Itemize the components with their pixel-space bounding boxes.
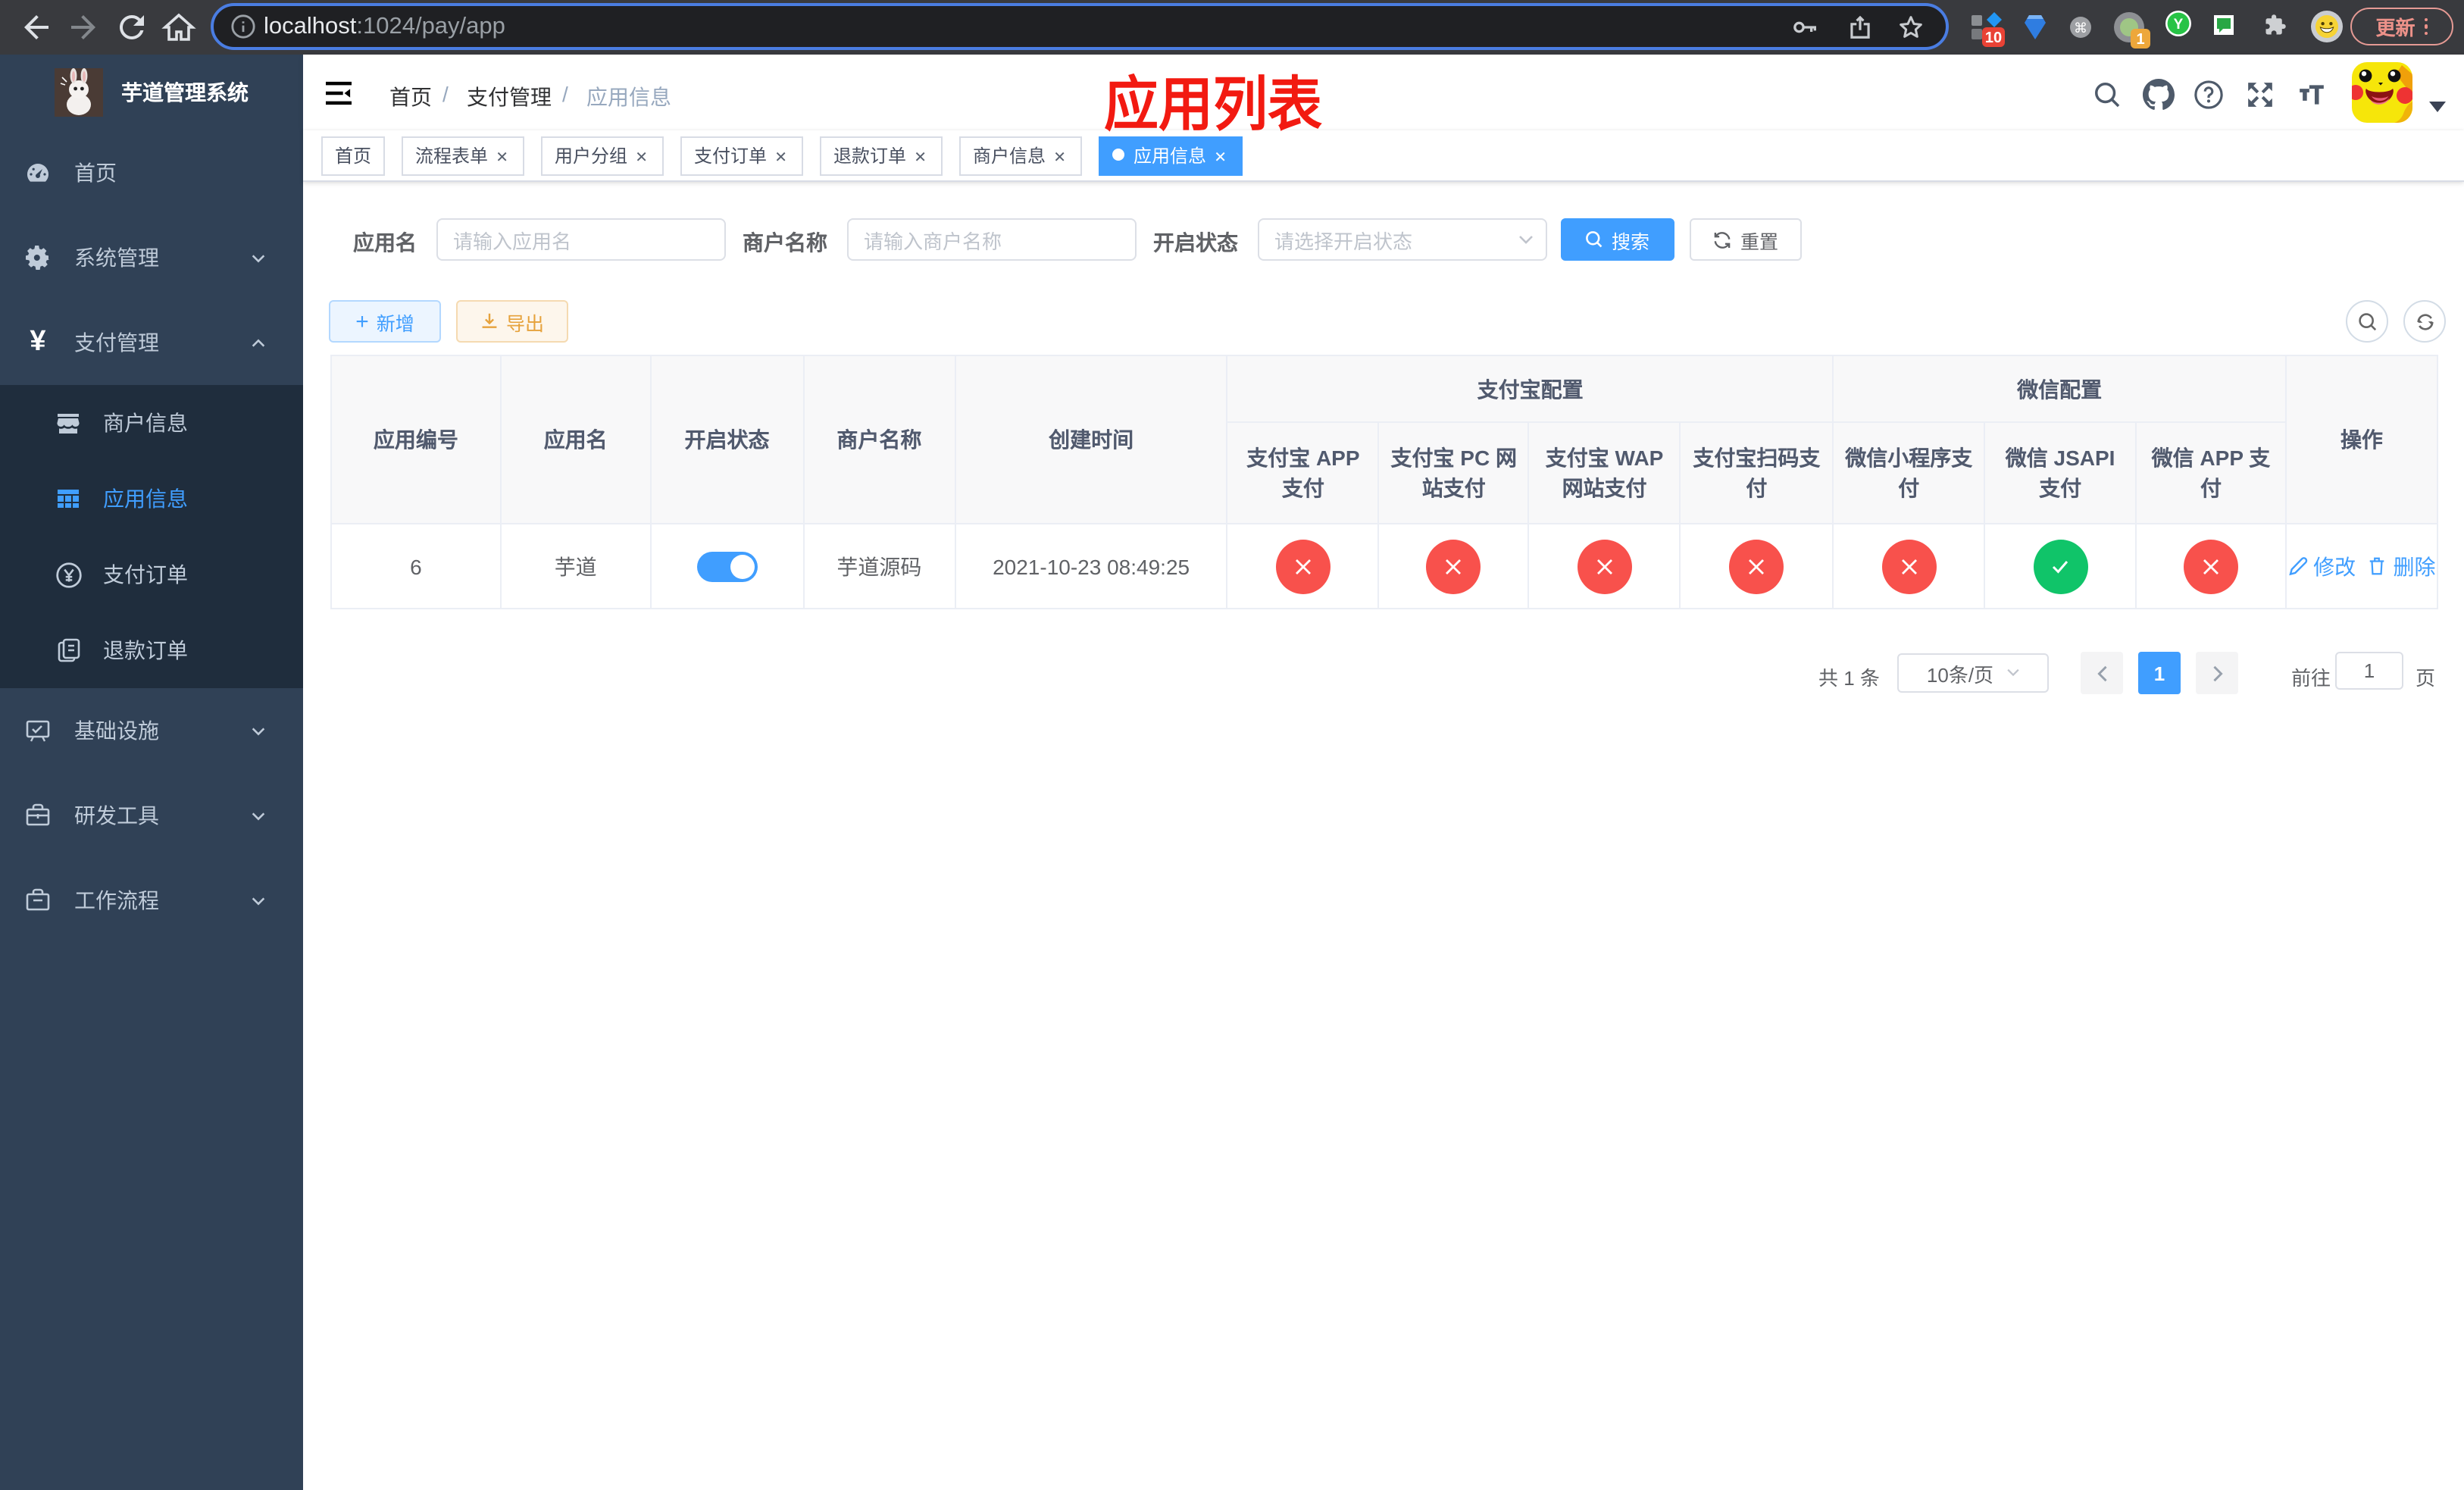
svg-text:⌘: ⌘: [2074, 20, 2087, 36]
svg-text:10: 10: [1985, 30, 2002, 46]
svg-text:1: 1: [2136, 31, 2144, 48]
svg-text:Y: Y: [2174, 17, 2184, 33]
